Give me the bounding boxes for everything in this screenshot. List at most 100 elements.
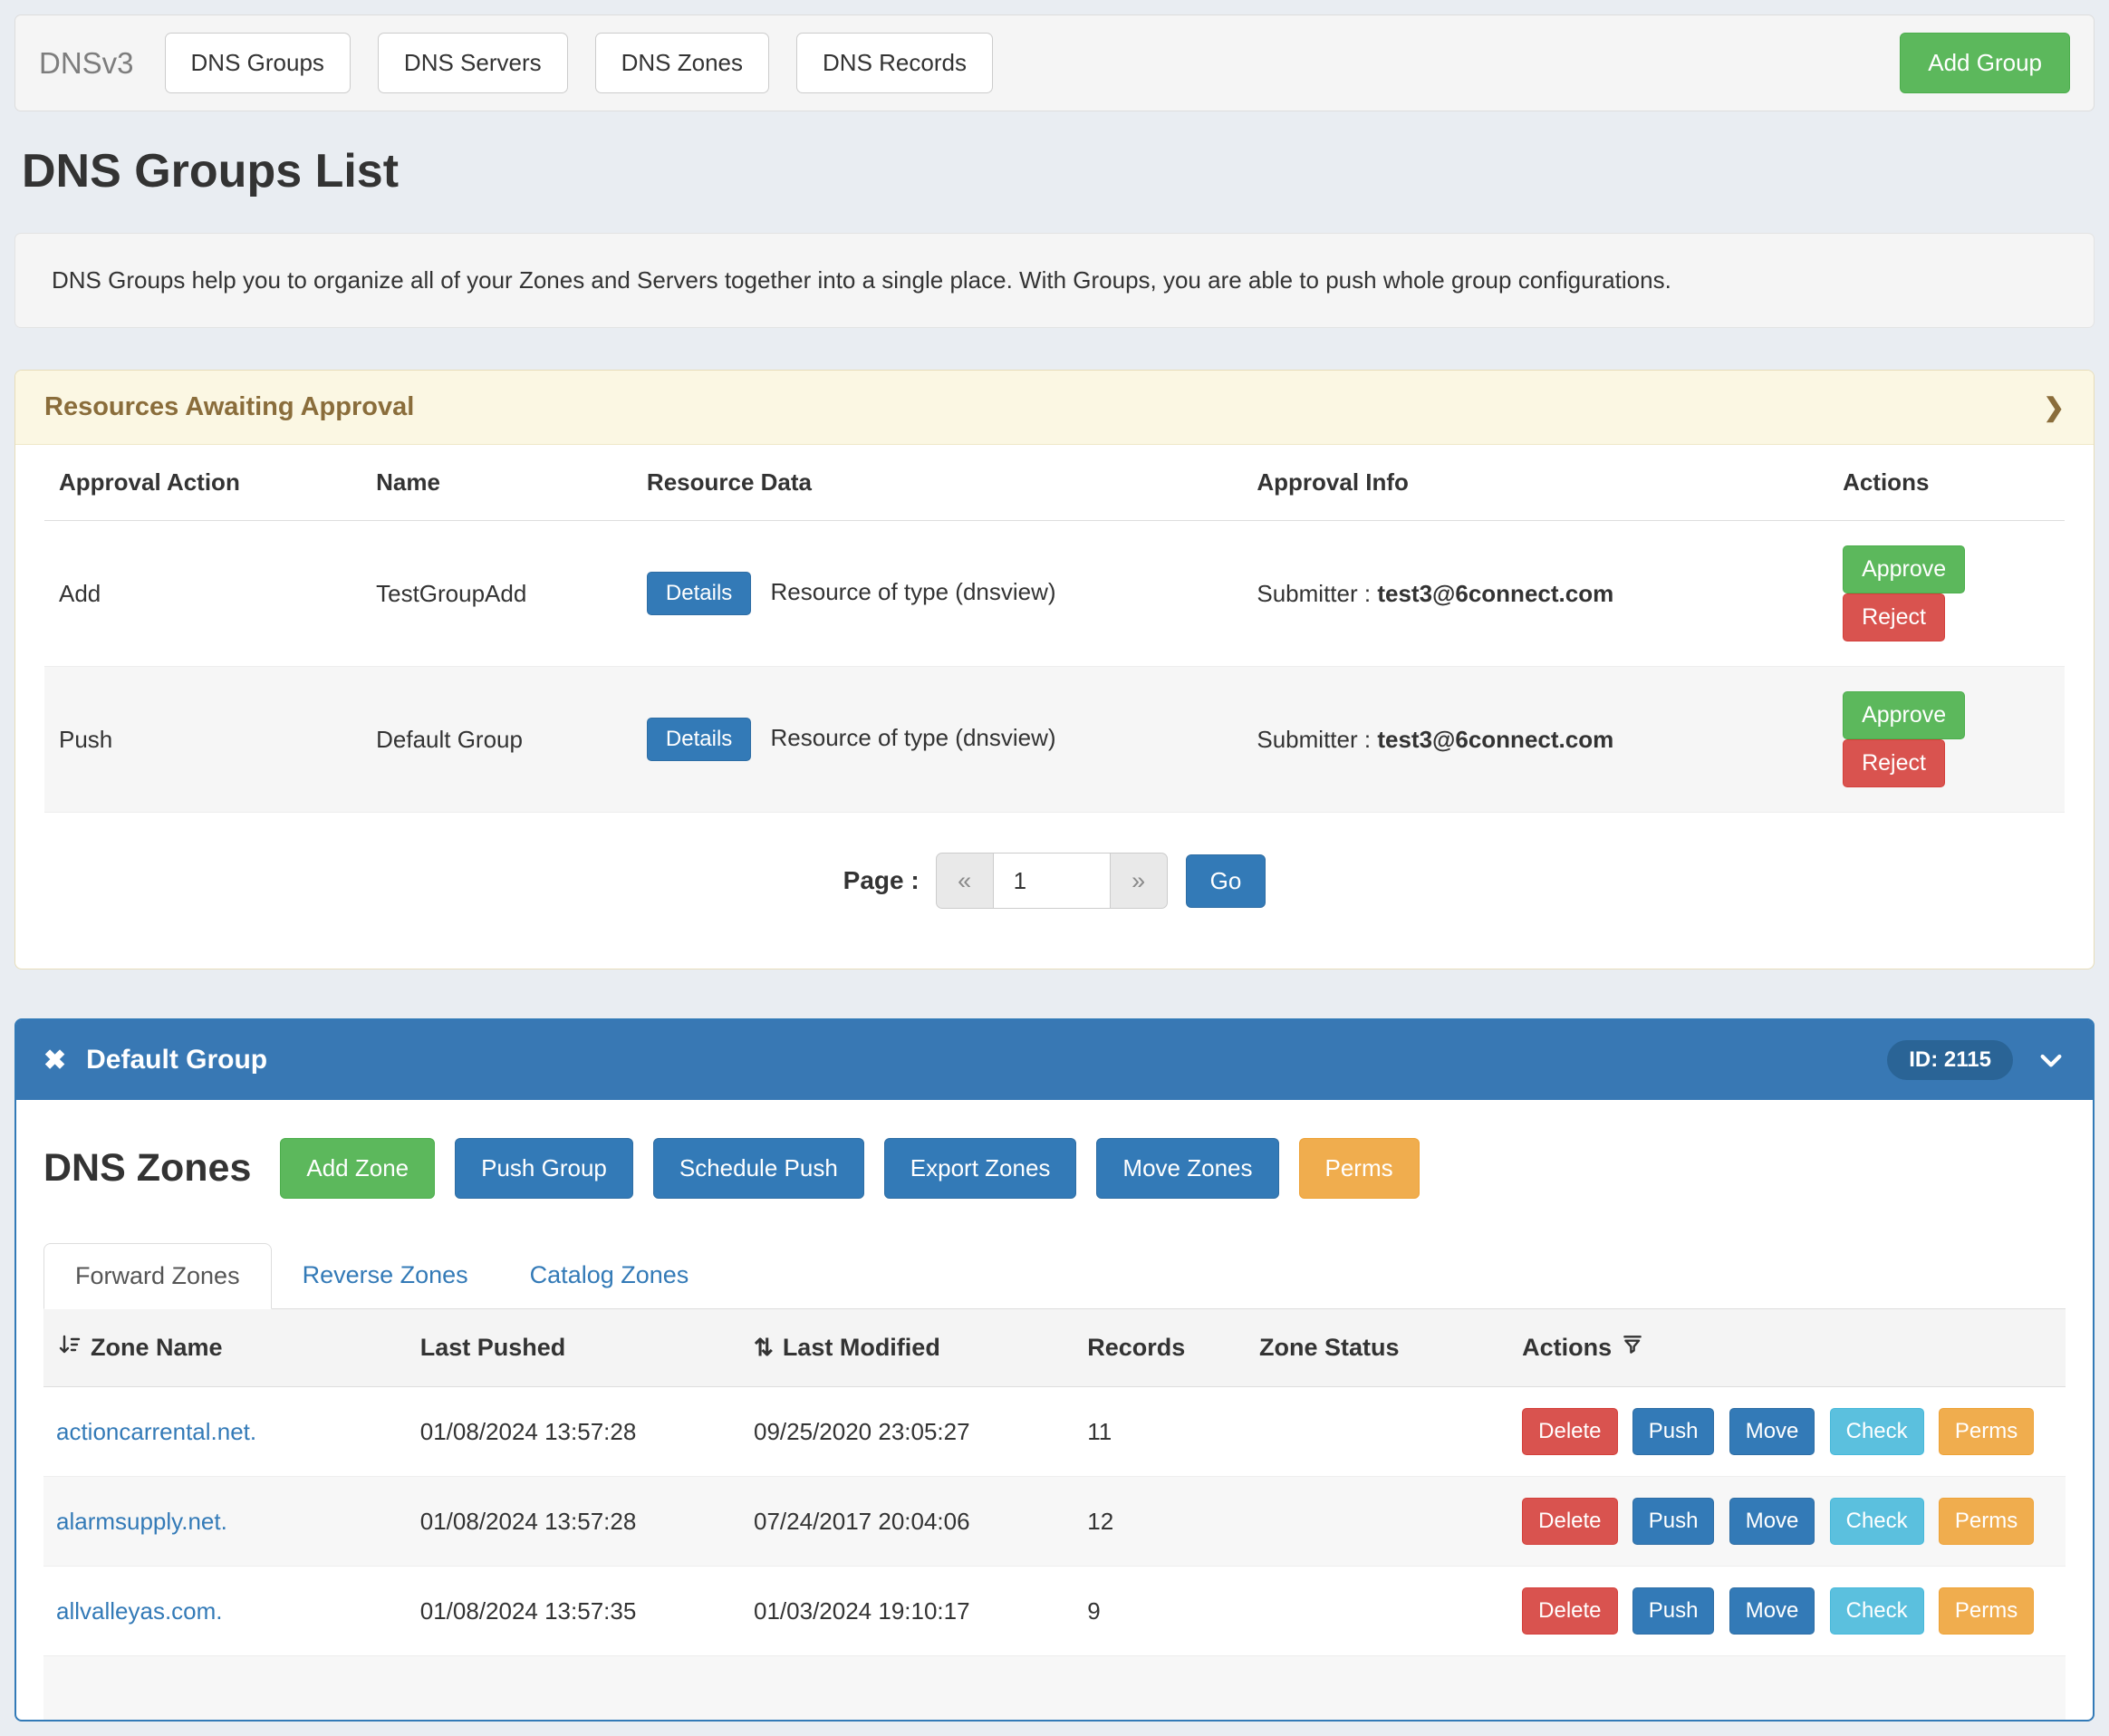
page-number-input[interactable] xyxy=(994,853,1110,909)
column-header-zone-status: Zone Status xyxy=(1247,1309,1509,1387)
add-group-button[interactable]: Add Group xyxy=(1900,33,2070,93)
submitter-label: Submitter : xyxy=(1257,726,1371,753)
add-zone-button[interactable]: Add Zone xyxy=(280,1138,435,1199)
approval-resource-cell: Details Resource of type (dnsview) xyxy=(632,521,1242,667)
column-header-approval-info: Approval Info xyxy=(1242,445,1828,521)
approve-button[interactable]: Approve xyxy=(1843,545,1965,593)
group-id-badge: ID: 2115 xyxy=(1887,1040,2013,1080)
zone-status-cell xyxy=(1247,1387,1509,1477)
chevron-right-icon[interactable]: ❯ xyxy=(2044,392,2065,422)
resource-data-text: Resource of type (dnsview) xyxy=(771,578,1056,605)
last-modified-cell: 01/03/2024 19:10:17 xyxy=(741,1567,1074,1656)
resource-data-text: Resource of type (dnsview) xyxy=(771,724,1056,751)
check-button[interactable]: Check xyxy=(1830,1587,1924,1635)
column-header-zone-name[interactable]: Zone Name xyxy=(43,1309,408,1387)
zones-table-header-row: Zone Name Last Pushed ⇅ Last Modified Re… xyxy=(43,1309,2066,1387)
zones-tabs: Forward Zones Reverse Zones Catalog Zone… xyxy=(43,1242,2066,1309)
page: DNSv3 DNS Groups DNS Servers DNS Zones D… xyxy=(0,0,2109,1736)
prev-page-button[interactable]: « xyxy=(936,853,994,909)
push-button[interactable]: Push xyxy=(1632,1408,1715,1455)
details-button[interactable]: Details xyxy=(647,718,751,761)
check-button[interactable]: Check xyxy=(1830,1408,1924,1455)
filter-icon[interactable] xyxy=(1621,1333,1644,1363)
column-header-records: Records xyxy=(1074,1309,1247,1387)
zone-actions-cell: Delete Push Move Check Perms xyxy=(1509,1567,2066,1656)
schedule-push-button[interactable]: Schedule Push xyxy=(653,1138,864,1199)
last-modified-cell: 09/25/2020 23:05:27 xyxy=(741,1387,1074,1477)
nav-dns-groups-button[interactable]: DNS Groups xyxy=(165,33,351,93)
nav-dns-servers-button[interactable]: DNS Servers xyxy=(378,33,568,93)
approval-panel: Resources Awaiting Approval ❯ Approval A… xyxy=(14,370,2095,969)
column-header-zone-actions[interactable]: Actions xyxy=(1509,1309,2066,1387)
zone-name-cell: alarmsupply.net. xyxy=(43,1477,408,1567)
reject-button[interactable]: Reject xyxy=(1843,739,1945,787)
approval-panel-header[interactable]: Resources Awaiting Approval ❯ xyxy=(15,371,2094,445)
records-cell: 9 xyxy=(1074,1567,1247,1656)
nav-dns-records-button[interactable]: DNS Records xyxy=(796,33,993,93)
group-panel: ✖ Default Group ID: 2115 DNS Zones Add Z… xyxy=(14,1018,2095,1722)
approval-info-cell: Submitter : test3@6connect.com xyxy=(1242,667,1828,813)
pagination: Page : « » Go xyxy=(44,853,2065,909)
tab-forward-zones[interactable]: Forward Zones xyxy=(43,1243,272,1309)
column-header-last-modified[interactable]: ⇅ Last Modified xyxy=(741,1309,1074,1387)
delete-button[interactable]: Delete xyxy=(1522,1498,1617,1545)
perms-row-button[interactable]: Perms xyxy=(1939,1587,2034,1635)
sort-amount-icon[interactable] xyxy=(56,1332,82,1364)
nav-dns-zones-button[interactable]: DNS Zones xyxy=(595,33,769,93)
column-header-approval-action: Approval Action xyxy=(44,445,361,521)
export-zones-button[interactable]: Export Zones xyxy=(884,1138,1077,1199)
records-cell: 12 xyxy=(1074,1477,1247,1567)
approval-name-cell: Default Group xyxy=(361,667,632,813)
zone-link[interactable]: actioncarrental.net. xyxy=(56,1418,256,1445)
approve-button[interactable]: Approve xyxy=(1843,691,1965,739)
zone-status-cell xyxy=(1247,1477,1509,1567)
next-page-button[interactable]: » xyxy=(1110,853,1168,909)
approval-panel-title: Resources Awaiting Approval xyxy=(44,392,414,422)
submitter-email: test3@6connect.com xyxy=(1377,580,1613,607)
column-header-last-pushed: Last Pushed xyxy=(408,1309,741,1387)
last-modified-cell: 07/24/2017 20:04:06 xyxy=(741,1477,1074,1567)
delete-button[interactable]: Delete xyxy=(1522,1408,1617,1455)
check-button[interactable]: Check xyxy=(1830,1498,1924,1545)
approval-panel-body: Approval Action Name Resource Data Appro… xyxy=(15,445,2094,969)
group-panel-header: ✖ Default Group ID: 2115 xyxy=(16,1020,2093,1100)
approval-table: Approval Action Name Resource Data Appro… xyxy=(44,445,2065,813)
move-button[interactable]: Move xyxy=(1729,1587,1815,1635)
zone-actions-cell: Delete Push Move Check Perms xyxy=(1509,1477,2066,1567)
tab-reverse-zones[interactable]: Reverse Zones xyxy=(272,1243,499,1309)
tab-catalog-zones[interactable]: Catalog Zones xyxy=(499,1243,720,1309)
perms-row-button[interactable]: Perms xyxy=(1939,1408,2034,1455)
push-button[interactable]: Push xyxy=(1632,1587,1715,1635)
approval-actions-cell: Approve Reject xyxy=(1828,667,2065,813)
zone-row: allvalleyas.com. 01/08/2024 13:57:35 01/… xyxy=(43,1567,2066,1656)
push-group-button[interactable]: Push Group xyxy=(455,1138,633,1199)
go-button[interactable]: Go xyxy=(1186,854,1266,908)
move-button[interactable]: Move xyxy=(1729,1498,1815,1545)
reject-button[interactable]: Reject xyxy=(1843,593,1945,641)
perms-row-button[interactable]: Perms xyxy=(1939,1498,2034,1545)
move-button[interactable]: Move xyxy=(1729,1408,1815,1455)
app-title: DNSv3 xyxy=(39,46,134,81)
topbar: DNSv3 DNS Groups DNS Servers DNS Zones D… xyxy=(14,14,2095,111)
push-button[interactable]: Push xyxy=(1632,1498,1715,1545)
zone-row-partial-cell xyxy=(43,1656,2066,1720)
column-header-actions: Actions xyxy=(1828,445,2065,521)
zone-name-cell: allvalleyas.com. xyxy=(43,1567,408,1656)
approval-name-cell: TestGroupAdd xyxy=(361,521,632,667)
zone-row: actioncarrental.net. 01/08/2024 13:57:28… xyxy=(43,1387,2066,1477)
sort-both-icon[interactable]: ⇅ xyxy=(754,1334,774,1362)
zone-link[interactable]: allvalleyas.com. xyxy=(56,1597,223,1625)
page-description: DNS Groups help you to organize all of y… xyxy=(14,233,2095,328)
delete-button[interactable]: Delete xyxy=(1522,1587,1617,1635)
details-button[interactable]: Details xyxy=(647,572,751,615)
zone-link[interactable]: alarmsupply.net. xyxy=(56,1508,227,1535)
submitter-email: test3@6connect.com xyxy=(1377,726,1613,753)
perms-button[interactable]: Perms xyxy=(1299,1138,1420,1199)
column-header-resource-data: Resource Data xyxy=(632,445,1242,521)
page-title: DNS Groups List xyxy=(22,144,2087,198)
chevron-down-icon[interactable] xyxy=(2037,1046,2066,1075)
move-zones-button[interactable]: Move Zones xyxy=(1096,1138,1278,1199)
close-icon[interactable]: ✖ xyxy=(43,1045,66,1076)
zones-section-title: DNS Zones xyxy=(43,1146,251,1191)
zone-name-cell: actioncarrental.net. xyxy=(43,1387,408,1477)
